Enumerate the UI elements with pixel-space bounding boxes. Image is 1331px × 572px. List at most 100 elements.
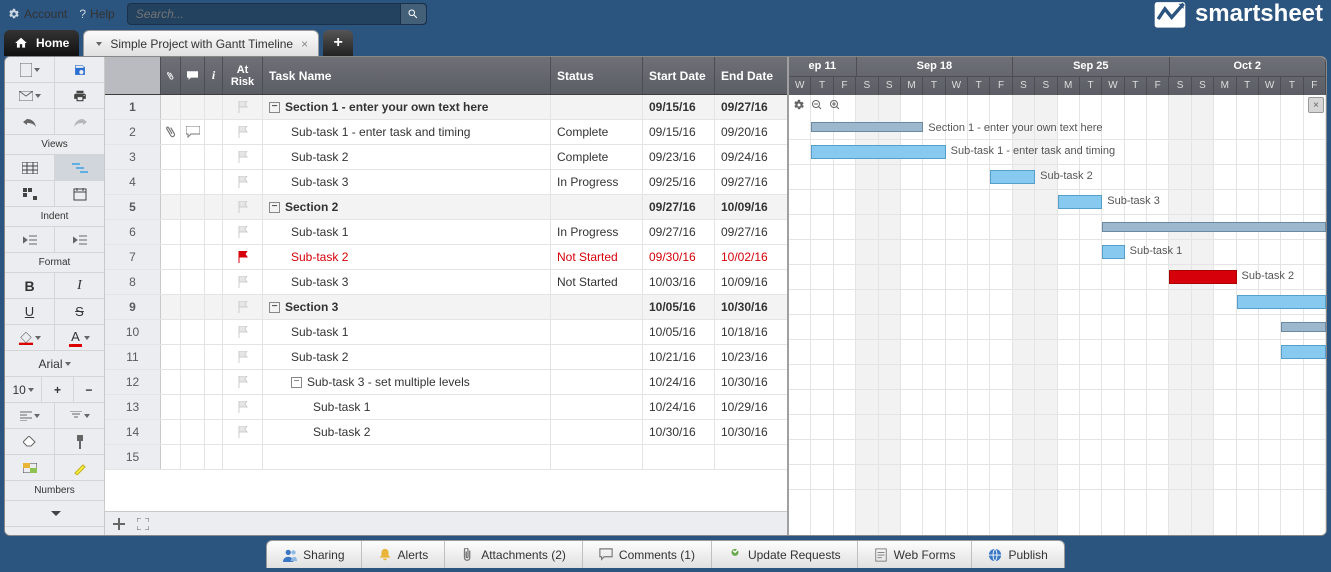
redo-button[interactable] bbox=[55, 109, 104, 134]
gantt-day-header[interactable]: T bbox=[1080, 77, 1102, 96]
gantt-day-header[interactable]: S bbox=[1013, 77, 1035, 96]
attachments-cell[interactable] bbox=[161, 420, 181, 444]
search-button[interactable] bbox=[400, 4, 426, 24]
gantt-view-button[interactable] bbox=[55, 155, 104, 180]
task-cell[interactable]: −Section 2 bbox=[263, 195, 551, 219]
task-cell[interactable]: −Sub-task 3 - set multiple levels bbox=[263, 370, 551, 394]
start-cell[interactable]: 09/23/16 bbox=[643, 145, 715, 169]
underline-button[interactable]: U bbox=[5, 299, 55, 324]
table-row[interactable]: 1−Section 1 - enter your own text here09… bbox=[105, 95, 787, 120]
table-row[interactable]: 13Sub-task 110/24/1610/29/16 bbox=[105, 395, 787, 420]
start-cell[interactable]: 10/05/16 bbox=[643, 320, 715, 344]
attachments-cell[interactable] bbox=[161, 320, 181, 344]
table-row[interactable]: 8Sub-task 3Not Started10/03/1610/09/16 bbox=[105, 270, 787, 295]
gantt-day-header[interactable]: M bbox=[1214, 77, 1236, 96]
status-cell[interactable]: Not Started bbox=[551, 245, 643, 269]
row-number[interactable]: 3 bbox=[105, 145, 161, 169]
start-cell[interactable]: 09/30/16 bbox=[643, 245, 715, 269]
status-cell[interactable] bbox=[551, 295, 643, 319]
attachments-button[interactable]: Attachments (2) bbox=[445, 541, 583, 568]
number-format-dropdown[interactable] bbox=[5, 501, 104, 526]
gantt-bar[interactable]: Sub-task 2 bbox=[1169, 270, 1236, 284]
status-cell[interactable] bbox=[551, 395, 643, 419]
table-row[interactable]: 4Sub-task 3In Progress09/25/1609/27/16 bbox=[105, 170, 787, 195]
status-cell[interactable]: Complete bbox=[551, 145, 643, 169]
grid-view-button[interactable] bbox=[5, 155, 55, 180]
task-cell[interactable]: Sub-task 1 - enter task and timing bbox=[263, 120, 551, 144]
comments-button[interactable]: Comments (1) bbox=[583, 541, 712, 568]
expand-button[interactable] bbox=[133, 515, 153, 533]
row-number[interactable]: 11 bbox=[105, 345, 161, 369]
attachments-cell[interactable] bbox=[161, 120, 181, 144]
atrisk-cell[interactable] bbox=[223, 120, 263, 144]
zoom-out-icon[interactable] bbox=[811, 99, 823, 111]
undo-button[interactable] bbox=[5, 109, 55, 134]
end-cell[interactable]: 09/20/16 bbox=[715, 120, 787, 144]
table-row[interactable]: 2Sub-task 1 - enter task and timingCompl… bbox=[105, 120, 787, 145]
task-header[interactable]: Task Name bbox=[263, 57, 551, 94]
zoom-in-icon[interactable] bbox=[829, 99, 841, 111]
account-link[interactable]: Account bbox=[8, 7, 67, 21]
info-cell[interactable] bbox=[205, 245, 223, 269]
task-cell[interactable]: Sub-task 1 bbox=[263, 220, 551, 244]
start-cell[interactable]: 09/15/16 bbox=[643, 120, 715, 144]
start-cell[interactable]: 09/27/16 bbox=[643, 220, 715, 244]
gantt-day-header[interactable]: M bbox=[1058, 77, 1080, 96]
comments-cell[interactable] bbox=[181, 220, 205, 244]
gantt-body[interactable]: × Section 1 - enter your own text here Su… bbox=[789, 95, 1326, 535]
status-cell[interactable] bbox=[551, 95, 643, 119]
start-cell[interactable] bbox=[643, 445, 715, 469]
atrisk-cell[interactable] bbox=[223, 395, 263, 419]
end-cell[interactable]: 10/23/16 bbox=[715, 345, 787, 369]
comments-cell[interactable] bbox=[181, 145, 205, 169]
gear-icon[interactable] bbox=[793, 99, 805, 111]
end-cell[interactable]: 10/18/16 bbox=[715, 320, 787, 344]
gantt-day-header[interactable]: W bbox=[1259, 77, 1281, 96]
end-header[interactable]: End Date bbox=[715, 57, 787, 94]
end-cell[interactable]: 10/02/16 bbox=[715, 245, 787, 269]
gantt-bar[interactable] bbox=[1281, 345, 1326, 359]
close-icon[interactable]: × bbox=[301, 37, 308, 51]
status-cell[interactable] bbox=[551, 345, 643, 369]
table-row[interactable]: 14Sub-task 210/30/1610/30/16 bbox=[105, 420, 787, 445]
gantt-day-header[interactable]: F bbox=[834, 77, 856, 96]
gantt-day-header[interactable]: F bbox=[990, 77, 1012, 96]
comments-cell[interactable] bbox=[181, 120, 205, 144]
comments-cell[interactable] bbox=[181, 420, 205, 444]
attachments-cell[interactable] bbox=[161, 445, 181, 469]
end-cell[interactable]: 10/30/16 bbox=[715, 420, 787, 444]
gantt-bar[interactable]: Section 1 - enter your own text here bbox=[811, 122, 923, 132]
comments-cell[interactable] bbox=[181, 270, 205, 294]
save-button[interactable] bbox=[55, 57, 104, 82]
atrisk-cell[interactable] bbox=[223, 420, 263, 444]
atrisk-cell[interactable] bbox=[223, 95, 263, 119]
task-cell[interactable]: Sub-task 3 bbox=[263, 270, 551, 294]
gantt-day-header[interactable]: T bbox=[968, 77, 990, 96]
gantt-day-header[interactable]: S bbox=[1035, 77, 1057, 96]
comments-cell[interactable] bbox=[181, 245, 205, 269]
gantt-day-header[interactable]: T bbox=[1125, 77, 1147, 96]
task-cell[interactable]: Sub-task 3 bbox=[263, 170, 551, 194]
attachments-header[interactable] bbox=[161, 57, 181, 94]
attachments-cell[interactable] bbox=[161, 345, 181, 369]
start-cell[interactable]: 10/30/16 bbox=[643, 420, 715, 444]
collapse-toggle[interactable]: − bbox=[269, 202, 280, 213]
gantt-close-button[interactable]: × bbox=[1308, 97, 1324, 113]
status-cell[interactable] bbox=[551, 445, 643, 469]
update-requests-button[interactable]: Update Requests bbox=[712, 541, 858, 568]
atrisk-cell[interactable] bbox=[223, 220, 263, 244]
publish-button[interactable]: Publish bbox=[972, 541, 1063, 568]
format-painter-button[interactable] bbox=[55, 429, 104, 454]
attachments-cell[interactable] bbox=[161, 270, 181, 294]
gantt-bar[interactable]: Sub-task 3 bbox=[1058, 195, 1103, 209]
info-header[interactable]: i bbox=[205, 57, 223, 94]
status-cell[interactable]: Not Started bbox=[551, 270, 643, 294]
row-number[interactable]: 10 bbox=[105, 320, 161, 344]
row-number[interactable]: 9 bbox=[105, 295, 161, 319]
print-button[interactable] bbox=[55, 83, 104, 108]
help-link[interactable]: ? Help bbox=[79, 7, 114, 21]
attachments-cell[interactable] bbox=[161, 220, 181, 244]
gantt-day-header[interactable]: T bbox=[811, 77, 833, 96]
gantt-week-header[interactable]: Sep 25 bbox=[1013, 57, 1169, 76]
comments-header[interactable] bbox=[181, 57, 205, 94]
